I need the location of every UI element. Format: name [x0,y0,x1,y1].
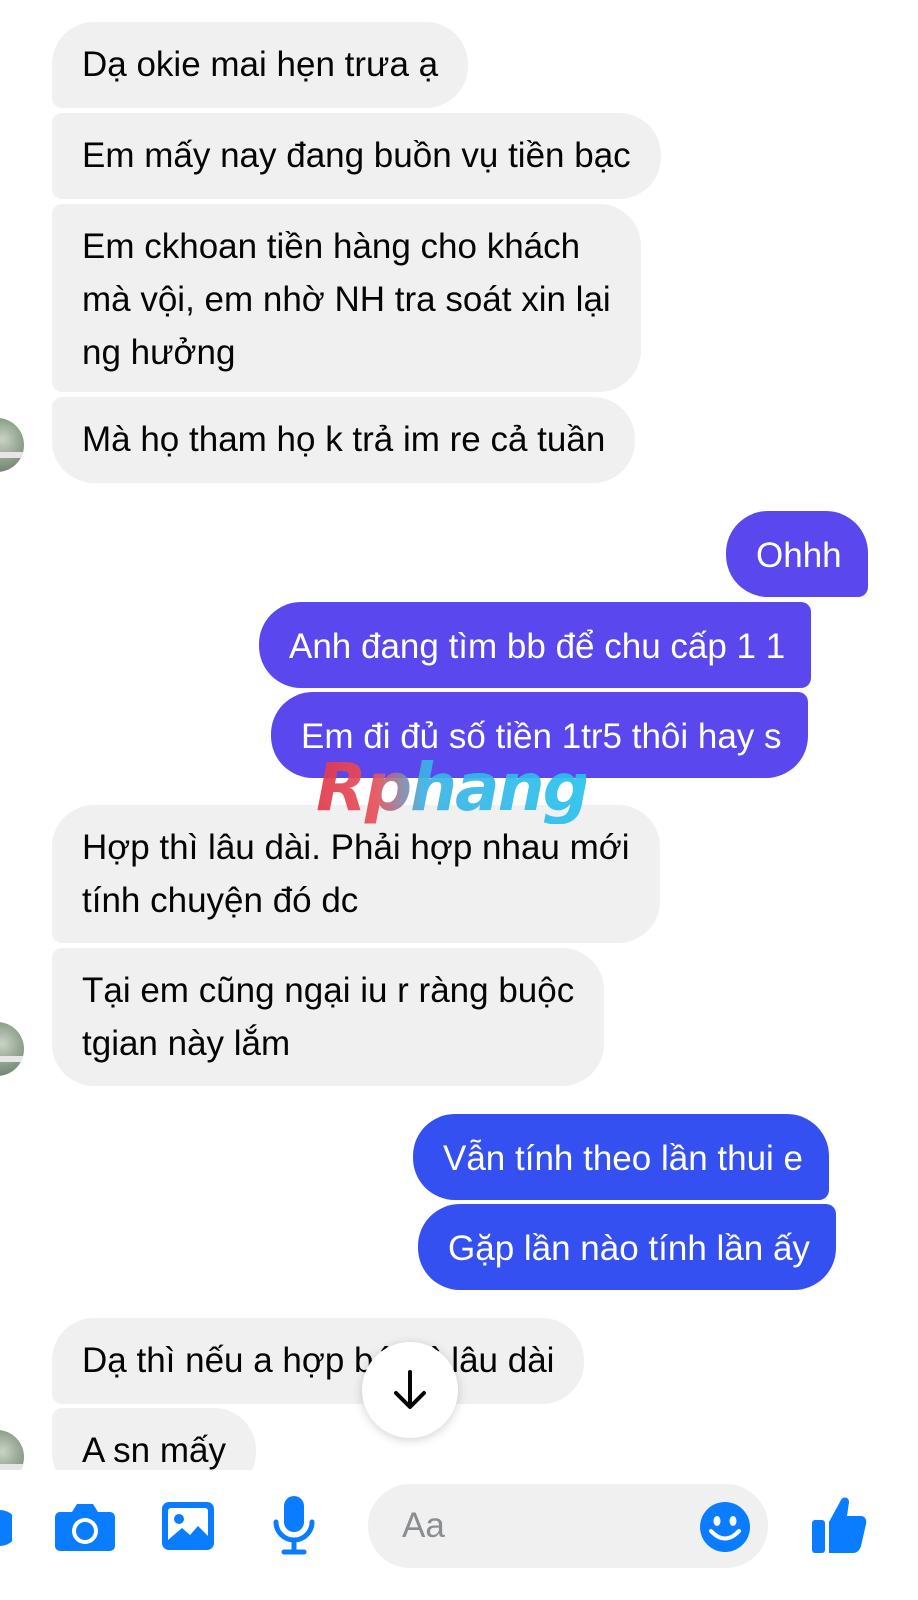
contact-avatar[interactable] [0,1022,24,1076]
more-actions-icon[interactable] [0,1506,12,1550]
like-icon[interactable] [810,1494,868,1556]
scroll-to-bottom-button[interactable] [362,1342,458,1438]
outgoing-message[interactable]: Anh đang tìm bb để chu cấp 1 1 [259,602,812,688]
incoming-message[interactable]: Mà họ tham họ k trả im re cả tuần [52,397,636,483]
message-input-placeholder: Aa [402,1506,445,1545]
incoming-message[interactable]: Dạ okie mai hẹn trưa ạ [52,22,469,108]
camera-icon[interactable] [54,1500,116,1552]
incoming-message[interactable]: Em ckhoan tiền hàng cho khách mà vội, em… [52,204,641,392]
microphone-icon[interactable] [272,1494,316,1556]
outgoing-message[interactable]: Ohhh [726,511,868,597]
image-icon[interactable] [160,1500,216,1552]
incoming-message[interactable]: Em mấy nay đang buồn vụ tiền bạc [52,113,661,199]
incoming-message[interactable]: Dạ thì nếu a hợp bé thì lâu dài [52,1318,585,1404]
incoming-message[interactable]: Hợp thì lâu dài. Phải hợp nhau mới tính … [52,805,660,943]
contact-avatar[interactable] [0,418,24,472]
outgoing-message[interactable]: Gặp lần nào tính lần ấy [418,1204,836,1290]
outgoing-message[interactable]: Em đi đủ số tiền 1tr5 thôi hay s [271,692,808,778]
outgoing-message[interactable]: Vẫn tính theo lần thui e [413,1114,829,1200]
incoming-message[interactable]: Tại em cũng ngại iu r ràng buộc tgian nà… [52,948,605,1086]
arrow-down-icon [394,1370,426,1409]
emoji-icon[interactable] [698,1500,752,1554]
